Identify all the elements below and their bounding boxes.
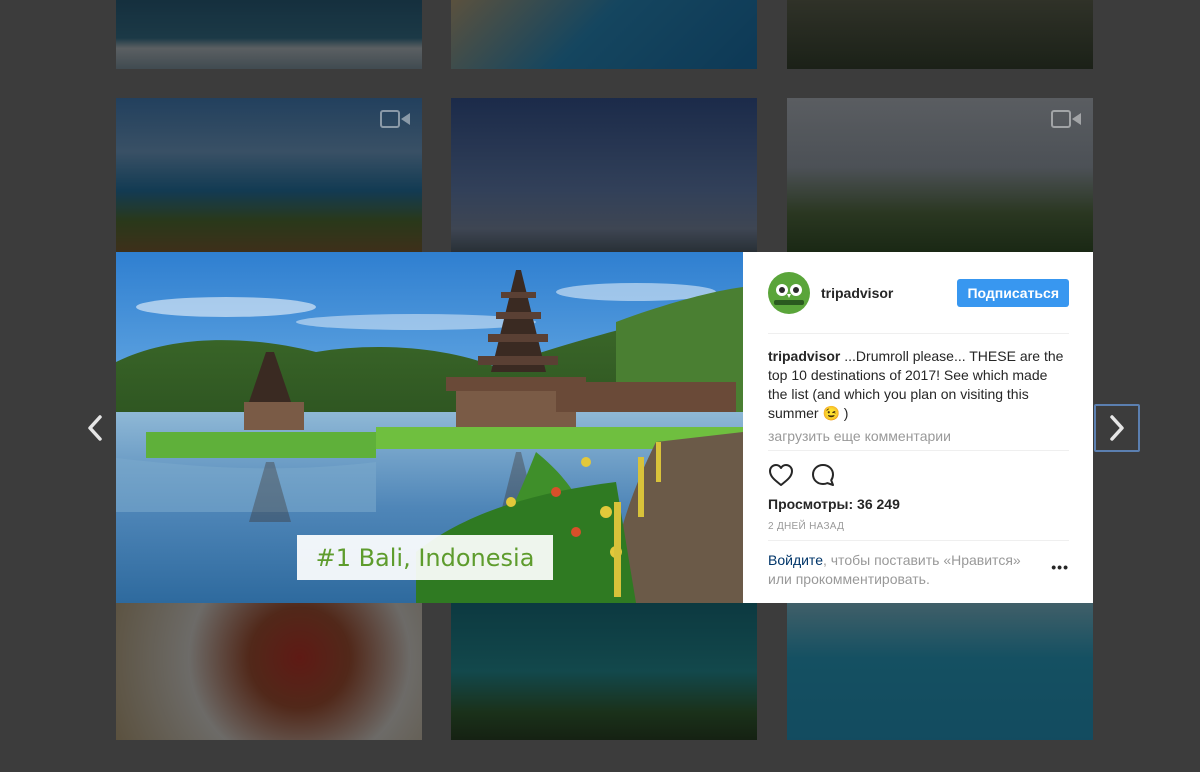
chevron-left-icon xyxy=(88,415,102,441)
grid-tile-1[interactable] xyxy=(116,0,422,69)
grid-tile-2[interactable] xyxy=(451,0,757,69)
previous-post-button[interactable] xyxy=(72,404,118,452)
post-caption: tripadvisor ...Drumroll please... THESE … xyxy=(768,347,1069,423)
login-prompt-text: Войдите, чтобы поставить «Нравится» или … xyxy=(768,551,1047,589)
next-post-button[interactable] xyxy=(1094,404,1140,452)
post-sidebar: tripadvisor Подписаться tripadvisor ...D… xyxy=(743,252,1093,603)
grid-tile-8[interactable] xyxy=(451,603,757,740)
post-video[interactable]: #1 Bali, Indonesia xyxy=(116,252,743,603)
post-modal: #1 Bali, Indonesia tripadvisor Подписать… xyxy=(116,252,1093,603)
comment-icon[interactable] xyxy=(810,462,836,488)
grid-tile-7[interactable] xyxy=(116,603,422,740)
post-username[interactable]: tripadvisor xyxy=(821,285,957,301)
chevron-right-icon xyxy=(1110,415,1124,441)
grid-tile-3[interactable] xyxy=(787,0,1093,69)
avatar[interactable] xyxy=(768,271,810,314)
caption-username[interactable]: tripadvisor xyxy=(768,348,840,364)
login-prompt: Войдите, чтобы поставить «Нравится» или … xyxy=(768,540,1069,589)
video-camera-icon xyxy=(380,108,410,130)
heart-icon[interactable] xyxy=(768,463,794,487)
grid-tile-4[interactable] xyxy=(116,98,422,252)
login-link[interactable]: Войдите xyxy=(768,552,823,568)
follow-button[interactable]: Подписаться xyxy=(957,278,1069,307)
view-count: Просмотры: 36 249 xyxy=(768,496,900,512)
grid-tile-5[interactable] xyxy=(451,98,757,252)
post-actions: Просмотры: 36 249 2 ДНЕЙ НАЗАД xyxy=(768,450,1069,532)
grid-tile-9[interactable] xyxy=(787,603,1093,740)
media-overlay-caption: #1 Bali, Indonesia xyxy=(297,535,553,580)
post-header: tripadvisor Подписаться xyxy=(768,252,1069,334)
post-timestamp[interactable]: 2 ДНЕЙ НАЗАД xyxy=(768,521,1069,532)
video-camera-icon xyxy=(1051,108,1081,130)
load-more-comments-link[interactable]: загрузить еще комментарии xyxy=(768,428,1069,444)
more-options-button[interactable]: ••• xyxy=(1047,559,1069,575)
grid-tile-6[interactable] xyxy=(787,98,1093,252)
tripadvisor-logo xyxy=(774,283,804,305)
